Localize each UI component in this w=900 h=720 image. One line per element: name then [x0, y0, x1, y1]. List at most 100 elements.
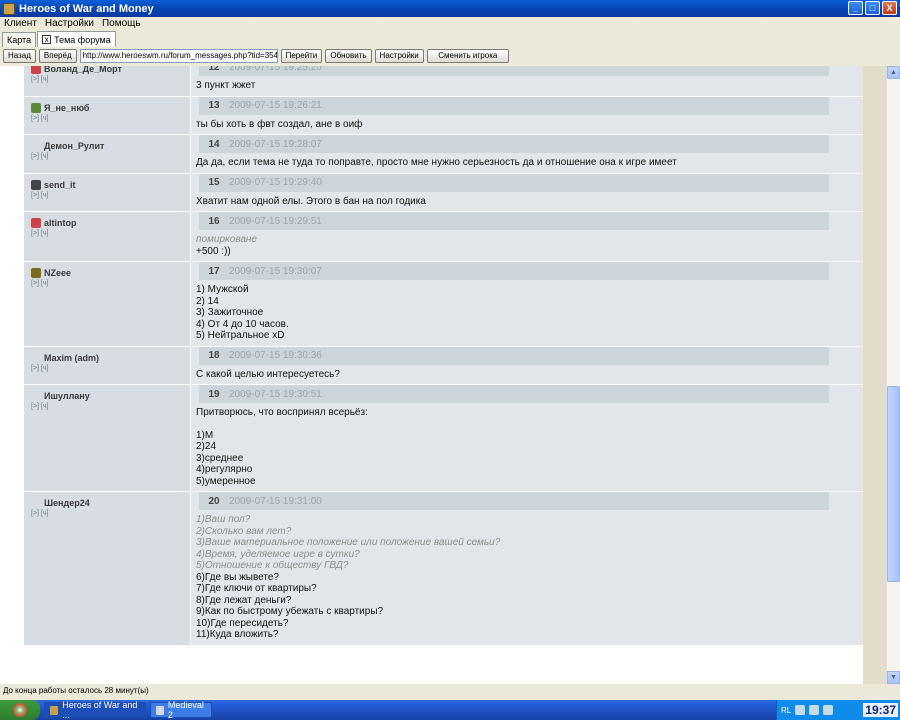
quoted-line: 1)Ваш пол?	[196, 514, 251, 525]
author-links[interactable]: [>] [ч]	[31, 365, 190, 372]
post-number[interactable]: 20	[199, 496, 229, 507]
vertical-scrollbar[interactable]: ▲ ▼	[886, 66, 900, 684]
go-button[interactable]: Перейти	[280, 49, 323, 63]
author-links[interactable]: [>] [ч]	[31, 280, 190, 287]
scroll-up-icon[interactable]: ▲	[887, 66, 900, 79]
author-name[interactable]: Я_не_нюб	[44, 103, 89, 113]
author-name[interactable]: altintop	[44, 218, 77, 228]
system-tray: RL 19:37	[776, 700, 900, 720]
tab-forum-topic[interactable]: x Тема форума	[37, 31, 116, 47]
quoted-line: 2)Сколько вам лет?	[196, 525, 292, 537]
text-line: 4) От 4 до 10 часов.	[196, 318, 289, 330]
maximize-button[interactable]: □	[865, 1, 880, 15]
post-text: 1)Ваш пол? 2)Сколько вам лет? 3)Ваше матер…	[191, 510, 863, 645]
url-input[interactable]: http://www.heroeswm.ru/forum_messages.ph…	[79, 49, 278, 63]
start-button[interactable]	[0, 700, 40, 720]
menu-settings[interactable]: Настройки	[41, 17, 98, 31]
tab-map[interactable]: Карта	[2, 32, 37, 47]
post-number[interactable]: 15	[199, 177, 229, 188]
post-date: 2009-07-15 19:29:51	[229, 215, 322, 227]
post-header: 20 2009-07-15 19:31:00	[199, 492, 829, 510]
post-date: 2009-07-15 19:30:51	[229, 388, 322, 400]
forum-post: Maxim (adm) [>] [ч] 18 2009-07-15 19:30:36 С…	[24, 346, 863, 385]
post-header: 16 2009-07-15 19:29:51	[199, 212, 829, 230]
text-line: 5)умеренное	[196, 475, 256, 487]
post-author-cell: Демон_Рулит [>] [ч]	[24, 135, 191, 173]
language-indicator[interactable]: RL	[781, 706, 791, 715]
author-name[interactable]: send_it	[44, 180, 76, 190]
author-name[interactable]: Шендер24	[44, 498, 90, 508]
author-nick[interactable]: send_it	[31, 179, 190, 190]
forum-post: Воланд_Де_Морт [>] [ч] 12 2009-07-15 19:25:…	[24, 66, 863, 97]
author-nick[interactable]: Демон_Рулит	[31, 141, 190, 151]
switch-player-button[interactable]: Сменить игрока	[426, 49, 509, 63]
author-name[interactable]: Воланд_Де_Морт	[44, 66, 122, 74]
author-links[interactable]: [>] [ч]	[31, 115, 190, 122]
author-nick[interactable]: Я_не_нюб	[31, 102, 190, 113]
text-line: 3) Зажиточное	[196, 307, 264, 318]
text-line: Притворюсь, что воспринял всерьёз:	[196, 407, 368, 418]
user-faction-icon	[31, 102, 41, 113]
text-line: 5) Нейтральное xD	[196, 330, 285, 341]
close-button[interactable]: X	[882, 1, 897, 15]
text-line: 8)Где лежат деньги?	[196, 594, 292, 606]
author-links[interactable]: [>] [ч]	[31, 153, 190, 160]
author-links[interactable]: [>] [ч]	[31, 230, 190, 237]
author-name[interactable]: Maxim (adm)	[44, 353, 99, 363]
scroll-thumb[interactable]	[887, 386, 900, 582]
author-links[interactable]: [>] [ч]	[31, 76, 190, 83]
tray-icon[interactable]	[795, 705, 806, 715]
settings-button[interactable]: Настройки	[374, 49, 424, 63]
post-author-cell: altintop [>] [ч]	[24, 212, 191, 261]
author-nick[interactable]: altintop	[31, 218, 190, 228]
post-text: Да да, если тема не туда то поправте, пр…	[191, 153, 863, 173]
heroes-app-icon	[50, 705, 59, 715]
author-name[interactable]: Ишуллану	[44, 391, 90, 401]
post-number[interactable]: 12	[199, 66, 229, 73]
title-bar: Heroes of War and Money _ □ X	[0, 0, 900, 17]
taskbar-item-heroes[interactable]: Heroes of War and ...	[44, 700, 146, 720]
post-date: 2009-07-15 19:28:07	[229, 138, 322, 150]
author-nick[interactable]: Maxim (adm)	[31, 353, 190, 363]
network-icon[interactable]	[823, 705, 834, 715]
close-tab-icon[interactable]: x	[42, 35, 52, 44]
taskbar-item-medieval[interactable]: Medieval 2	[150, 700, 212, 720]
taskbar-item-label: Medieval 2	[167, 700, 204, 720]
taskbar-item-label: Heroes of War and ...	[62, 700, 138, 720]
scroll-down-icon[interactable]: ▼	[887, 671, 900, 684]
author-links[interactable]: [>] [ч]	[31, 192, 190, 199]
forward-button[interactable]: Вперёд	[38, 49, 77, 63]
post-number[interactable]: 13	[199, 100, 229, 111]
post-body: 20 2009-07-15 19:31:00 1)Ваш пол? 2)Сколько…	[191, 492, 863, 645]
text-line: 1)М	[196, 429, 214, 441]
post-number[interactable]: 17	[199, 266, 229, 277]
post-number[interactable]: 19	[199, 389, 229, 400]
back-button[interactable]: Назад	[3, 49, 36, 63]
post-number[interactable]: 18	[199, 350, 229, 361]
author-nick[interactable]: Ишуллану	[31, 391, 190, 401]
tab-map-label: Карта	[7, 35, 32, 45]
author-nick[interactable]: Шендер24	[31, 498, 190, 508]
refresh-button[interactable]: Обновить	[325, 49, 372, 63]
author-nick[interactable]: Воланд_Де_Морт	[31, 66, 190, 74]
menu-help[interactable]: Помощь	[98, 17, 145, 31]
author-nick[interactable]: NZeee	[31, 268, 190, 278]
text-line: 7)Где ключи от квартиры?	[196, 583, 317, 594]
text-line: 4)регулярно	[196, 464, 253, 475]
author-name[interactable]: Демон_Рулит	[44, 141, 104, 151]
minimize-button[interactable]: _	[848, 1, 863, 15]
post-header: 12 2009-07-15 19:25:20	[199, 66, 829, 76]
author-links[interactable]: [>] [ч]	[31, 510, 190, 517]
text-line: 2) 14	[196, 295, 219, 307]
left-margin	[0, 66, 24, 684]
volume-icon[interactable]	[809, 705, 820, 715]
author-links[interactable]: [>] [ч]	[31, 403, 190, 410]
post-text: Хватит нам одной елы. Этого в бан на пол…	[191, 192, 863, 212]
menu-bar: Клиент Настройки Помощь	[0, 17, 900, 31]
post-header: 14 2009-07-15 19:28:07	[199, 135, 829, 153]
post-number[interactable]: 16	[199, 216, 229, 227]
menu-client[interactable]: Клиент	[0, 17, 41, 31]
user-faction-icon	[31, 353, 41, 363]
post-number[interactable]: 14	[199, 139, 229, 150]
author-name[interactable]: NZeee	[44, 268, 71, 278]
